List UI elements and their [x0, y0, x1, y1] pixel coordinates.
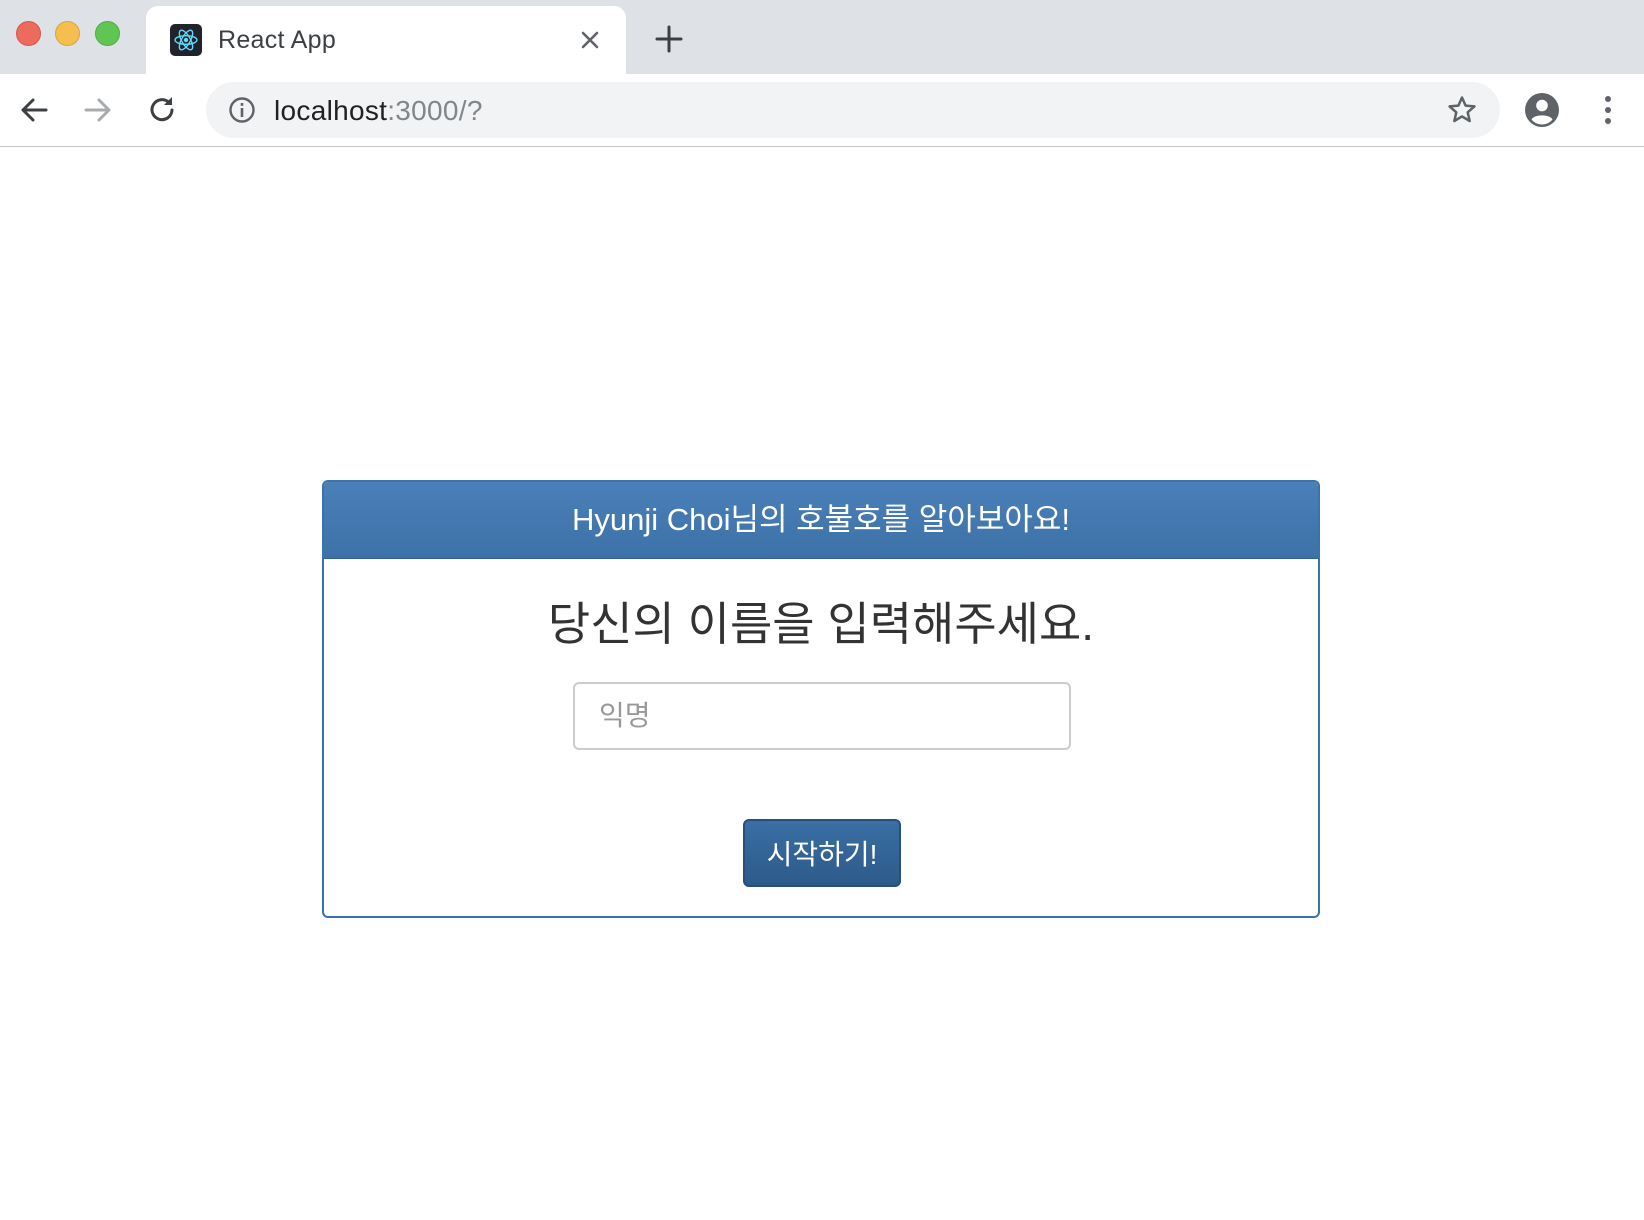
browser-toolbar: localhost:3000/?: [0, 74, 1644, 147]
arrow-right-icon[interactable]: [80, 92, 116, 128]
window-minimize-button[interactable]: [55, 21, 80, 46]
url-path: :3000/?: [387, 95, 483, 126]
account-circle-icon[interactable]: [1524, 92, 1560, 128]
kebab-menu-icon[interactable]: [1590, 92, 1626, 128]
start-button[interactable]: 시작하기!: [743, 819, 901, 887]
star-icon[interactable]: [1446, 94, 1478, 126]
arrow-left-icon[interactable]: [16, 92, 52, 128]
info-icon[interactable]: [228, 96, 256, 124]
url-host: localhost: [274, 95, 388, 126]
browser-tab[interactable]: React App: [146, 6, 626, 74]
reload-icon[interactable]: [144, 92, 180, 128]
page-title: 당신의 이름을 입력해주세요.: [547, 598, 1095, 650]
name-input[interactable]: [573, 682, 1071, 750]
close-icon[interactable]: [578, 28, 602, 52]
window-close-button[interactable]: [16, 21, 41, 46]
name-entry-panel: Hyunji Choi님의 호불호를 알아보아요! 당신의 이름을 입력해주세요…: [322, 480, 1320, 918]
panel-heading: Hyunji Choi님의 호불호를 알아보아요!: [324, 482, 1318, 559]
tab-title: React App: [218, 26, 337, 54]
react-logo-icon: [170, 24, 202, 56]
tab-strip: React App: [0, 0, 1644, 74]
plus-icon[interactable]: [654, 24, 684, 54]
url-text[interactable]: localhost:3000/?: [274, 95, 483, 127]
window-zoom-button[interactable]: [95, 21, 120, 46]
address-bar[interactable]: localhost:3000/?: [206, 82, 1500, 138]
